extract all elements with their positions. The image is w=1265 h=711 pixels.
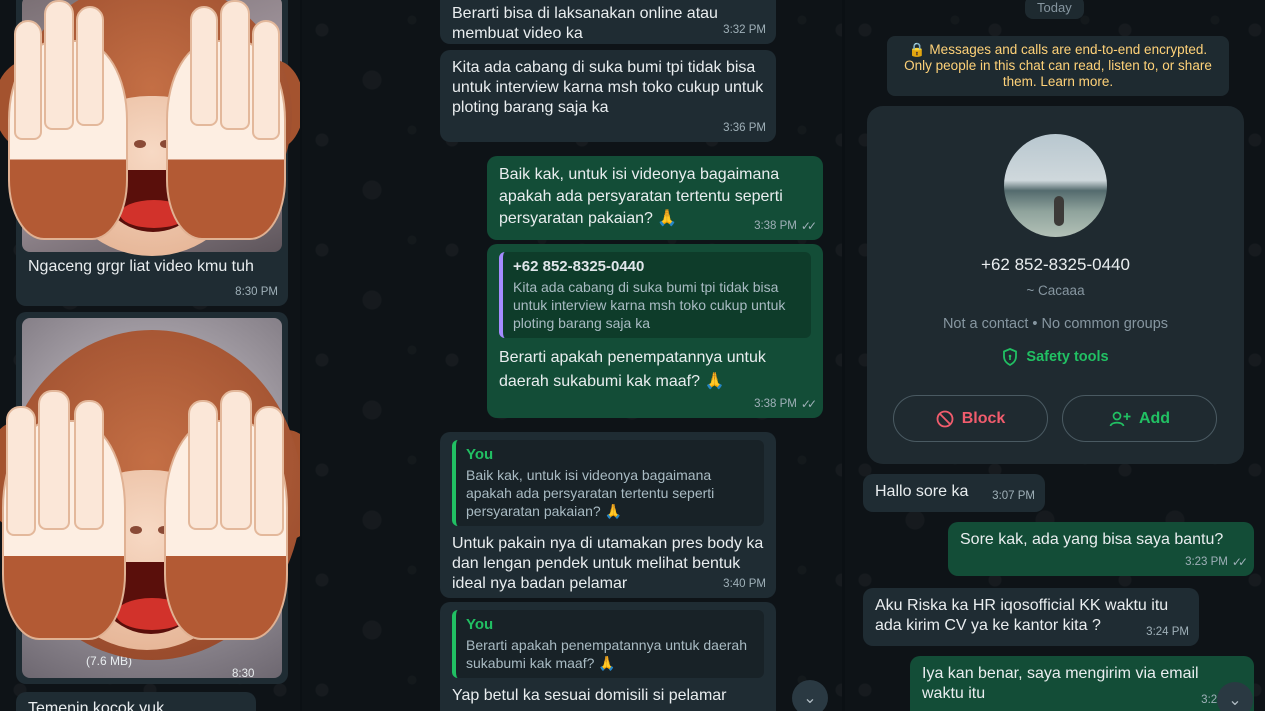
block-button[interactable]: Block: [893, 395, 1048, 442]
quoted-sender: You: [466, 446, 494, 463]
contact-push-name: ~ Cacaaa: [1026, 283, 1085, 298]
contact-status: Not a contact • No common groups: [942, 316, 1169, 332]
contact-phone: +62 852-8325-0440: [981, 255, 1130, 274]
safety-tools-link[interactable]: Safety tools: [867, 348, 1244, 366]
outgoing-message[interactable]: Iya kan benar, saya mengirim via email w…: [910, 656, 1254, 711]
message-time: 3:38 PM: [754, 220, 797, 232]
avatar[interactable]: [1004, 134, 1107, 237]
image-caption: Temenin kocok yuk: [28, 700, 165, 711]
double-check-icon: ✓✓: [800, 219, 817, 233]
message-text: Yap betul ka sesuai domisili si pelamar: [452, 687, 727, 704]
chevron-down-icon: ⌄: [1228, 692, 1242, 709]
message-time: 8:30 PM: [235, 286, 278, 298]
quoted-text: Kita ada cabang di suka bumi tpi tidak b…: [513, 279, 786, 331]
message-text: Untuk pakain nya di utamakan pres body k…: [452, 535, 764, 592]
message-text: Aku Riska ka HR iqosofficial KK waktu it…: [875, 597, 1169, 634]
quoted-text: Berarti apakah penempatannya untuk daera…: [466, 637, 747, 671]
message-text: Iya kan benar, saya mengirim via email w…: [922, 665, 1199, 702]
outgoing-message[interactable]: Sore kak, ada yang bisa saya bantu? 3:23…: [948, 522, 1254, 576]
double-check-icon: ✓✓: [1231, 555, 1248, 569]
double-check-icon: ✓✓: [800, 397, 817, 411]
left-chat-panel: Ngaceng grgr liat video kmu tuh 8:30 PM …: [0, 0, 300, 711]
date-chip: Today: [1025, 0, 1084, 19]
outgoing-message[interactable]: +62 852-8325-0440 Kita ada cabang di suk…: [487, 244, 823, 418]
encryption-notice[interactable]: 🔒 Messages and calls are end-to-end encr…: [887, 36, 1229, 96]
incoming-message[interactable]: Hallo sore ka 3:07 PM: [863, 474, 1045, 512]
message-text: Kita ada cabang di suka bumi tpi tidak b…: [452, 59, 764, 116]
middle-chat-panel: Berarti bisa di laksanakan online atau m…: [302, 0, 842, 711]
shield-icon: [1003, 348, 1018, 366]
incoming-message[interactable]: You Berarti apakah penempatannya untuk d…: [440, 602, 776, 711]
incoming-message[interactable]: Kita ada cabang di suka bumi tpi tidak b…: [440, 50, 776, 142]
block-icon: [936, 410, 954, 427]
image-message[interactable]: Temenin kocok yuk: [16, 692, 256, 711]
quoted-text: Baik kak, untuk isi videonya bagaimana a…: [466, 467, 715, 519]
message-text: Berarti apakah penempatannya untuk daera…: [499, 349, 766, 390]
add-person-icon: [1109, 411, 1131, 426]
message-time: 3:23 PM: [1185, 556, 1228, 568]
outgoing-message[interactable]: Baik kak, untuk isi videonya bagaimana a…: [487, 156, 823, 240]
incoming-message[interactable]: You Baik kak, untuk isi videonya bagaima…: [440, 432, 776, 598]
incoming-message[interactable]: Berarti bisa di laksanakan online atau m…: [440, 0, 776, 44]
message-text: Sore kak, ada yang bisa saya bantu?: [960, 531, 1224, 548]
incoming-message[interactable]: Aku Riska ka HR iqosofficial KK waktu it…: [863, 588, 1199, 646]
quoted-message[interactable]: You Berarti apakah penempatannya untuk d…: [452, 610, 764, 678]
scroll-to-bottom-button[interactable]: ⌄: [792, 680, 828, 711]
message-time: 3:40 PM: [723, 578, 766, 590]
quoted-message[interactable]: +62 852-8325-0440 Kita ada cabang di suk…: [499, 252, 811, 338]
quoted-sender: +62 852-8325-0440: [513, 258, 645, 275]
message-time: 3:24 PM: [1146, 626, 1189, 638]
message-text: Berarti bisa di laksanakan online atau m…: [452, 5, 718, 42]
right-chat-panel: Today 🔒 Messages and calls are end-to-en…: [845, 0, 1265, 711]
see-no-evil-monkey-emoji: [0, 0, 300, 262]
chevron-down-icon: ⌄: [803, 690, 817, 707]
add-contact-button[interactable]: Add: [1062, 395, 1217, 442]
scroll-to-bottom-button[interactable]: ⌄: [1217, 682, 1253, 711]
message-time: 3:07 PM: [992, 490, 1035, 502]
quoted-sender: You: [466, 616, 494, 633]
message-time: 3:38 PM: [754, 398, 797, 410]
contact-info-card: +62 852-8325-0440 ~ Cacaaa Not a contact…: [867, 106, 1244, 464]
quoted-message[interactable]: You Baik kak, untuk isi videonya bagaima…: [452, 440, 764, 526]
see-no-evil-monkey-emoji: [0, 330, 300, 670]
message-time: 3:32 PM: [723, 24, 766, 36]
message-time: 3:36 PM: [723, 122, 766, 134]
